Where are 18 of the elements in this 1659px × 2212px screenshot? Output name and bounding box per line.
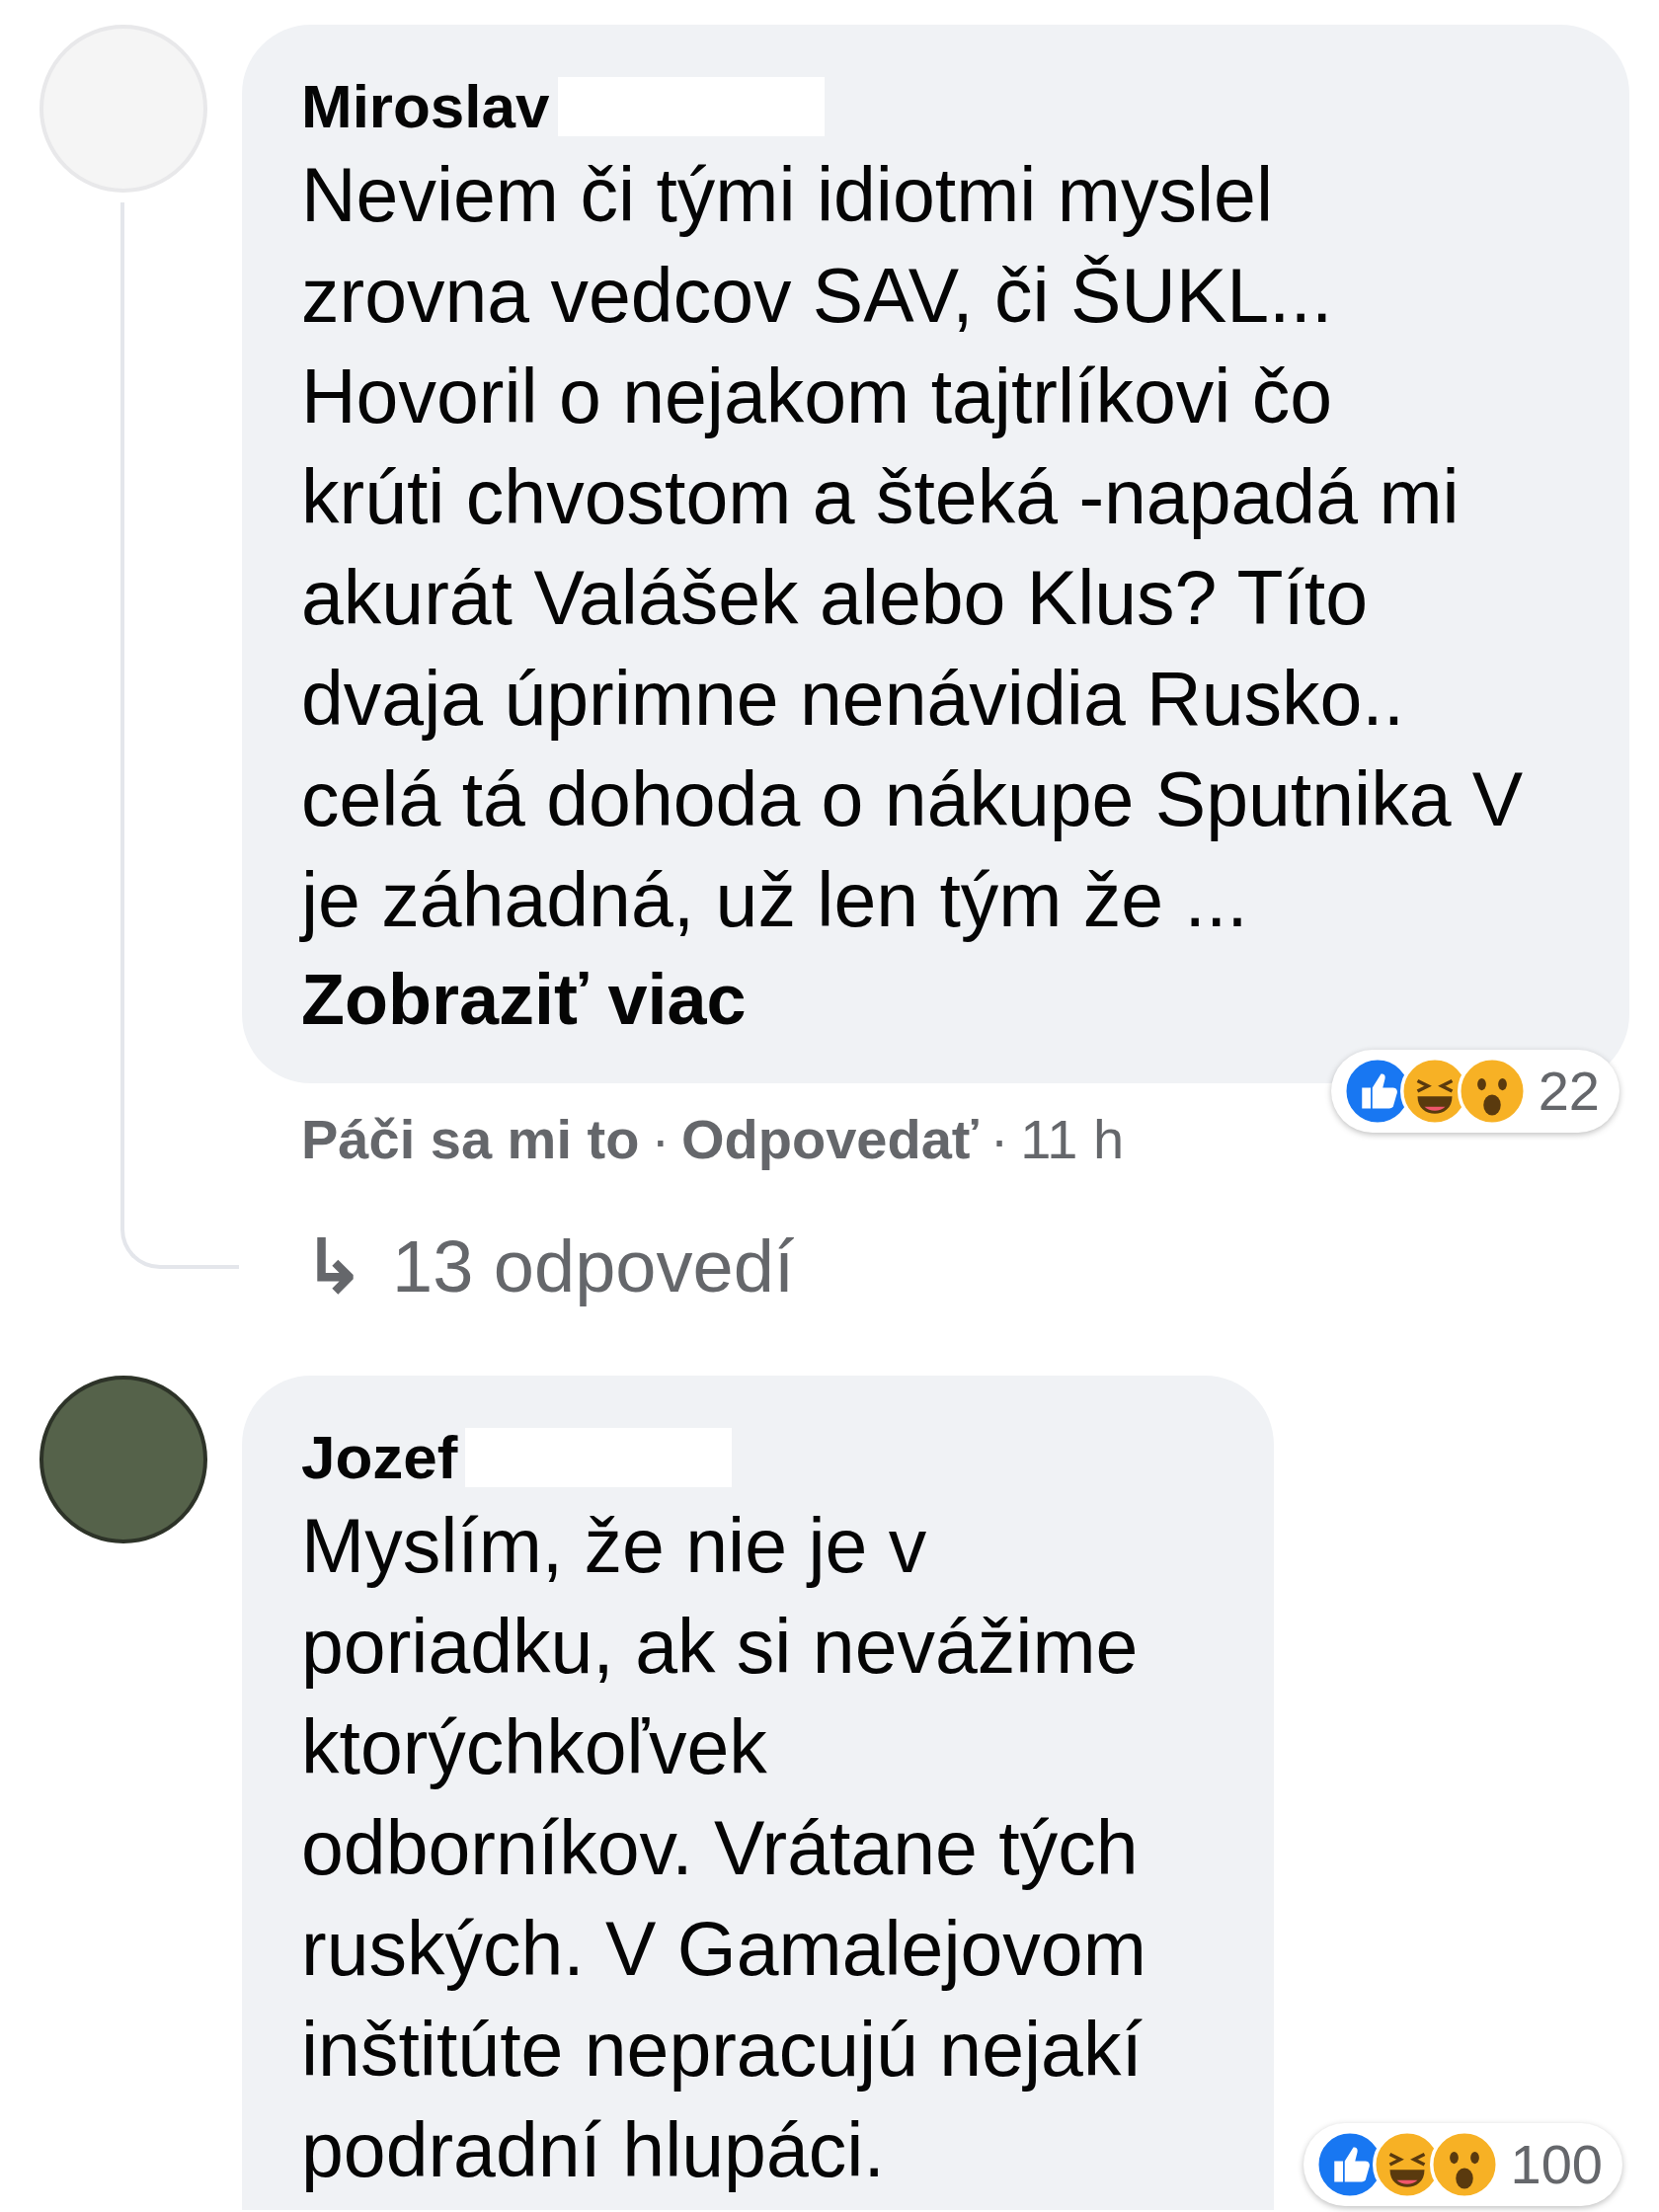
timestamp[interactable]: 11 h xyxy=(1020,1107,1125,1172)
reaction-badge[interactable]: 100 xyxy=(1303,2123,1622,2206)
reply-arrow-icon: ↳ xyxy=(303,1223,364,1311)
separator: · xyxy=(651,1107,671,1172)
reaction-count: 22 xyxy=(1538,1059,1600,1124)
see-more-link[interactable]: Zobraziť viac xyxy=(301,950,747,1049)
like-link[interactable]: Páči sa mi to xyxy=(301,1107,640,1172)
separator: · xyxy=(989,1107,1009,1172)
replies-link[interactable]: 13 odpovedí xyxy=(392,1223,795,1311)
surprised-face-icon xyxy=(1429,2130,1499,2199)
author-name[interactable]: Jozef xyxy=(301,1425,458,1490)
reaction-count: 100 xyxy=(1510,2132,1603,2197)
comment-text: Neviem či tými idiotmi myslel zrovna vedcov SAV, či ŠUKL... Hovoril o nejakom tajtrlíkovi čo krúti chvostom a šteká -napadá mi akurát Valášek alebo Klus? Títo dvaja úprimne nenávidia Rusko.. celá tá dohoda o nákupe Sputnika V je záhadná, už len tým že ... xyxy=(301,151,1525,944)
comment-text: Myslím, že nie je v poriadku, ak si nevážime ktorýchkoľvek odborníkov. Vrátane tých ruských. V Gamalejovom inštitúte nepracujú nejakí podradní hlupáci. xyxy=(301,1502,1147,2194)
author-name[interactable]: Miroslav xyxy=(301,74,550,139)
surprised-face-icon xyxy=(1457,1057,1527,1126)
reply-link[interactable]: Odpovedať xyxy=(681,1107,979,1172)
reaction-badge[interactable]: 22 xyxy=(1330,1050,1620,1133)
